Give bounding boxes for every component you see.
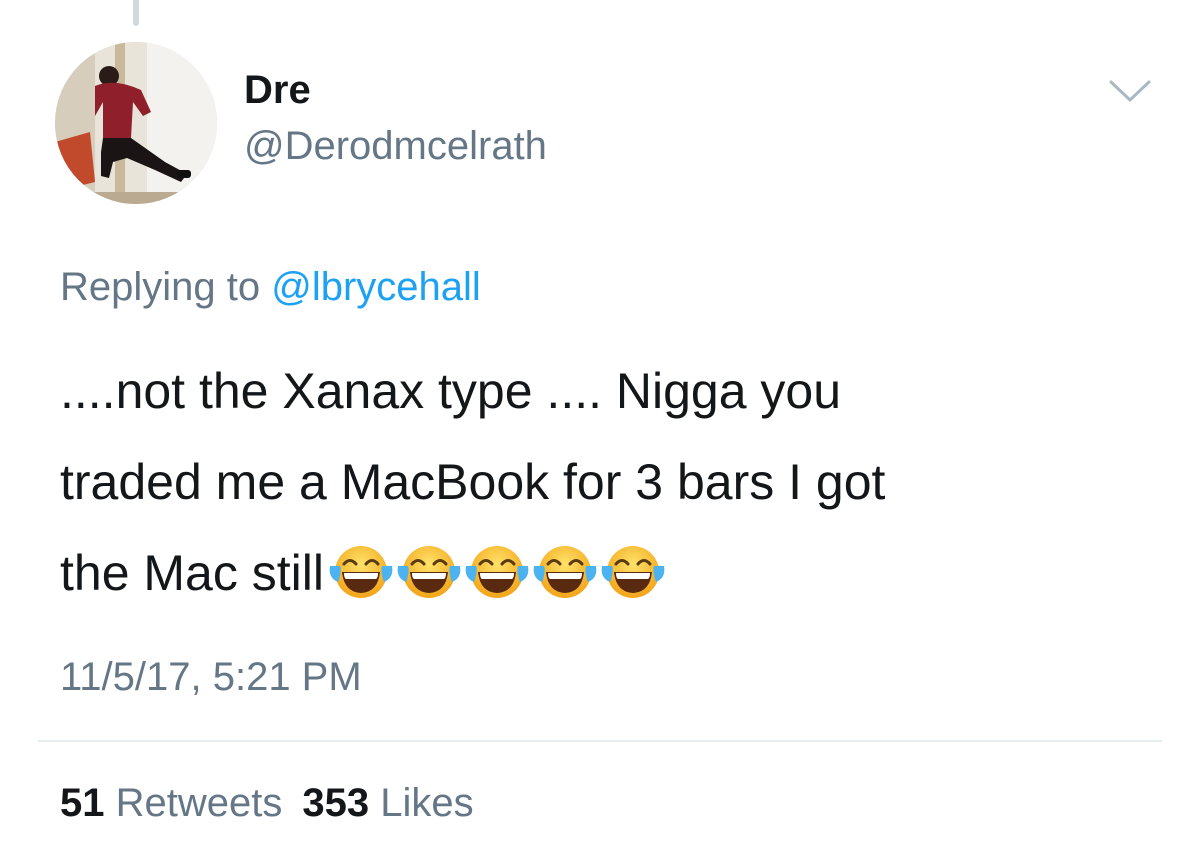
divider <box>38 740 1162 742</box>
tweet-text: ....not the Xanax type .... Nigga you tr… <box>60 346 1160 619</box>
likes-label: Likes <box>380 781 474 825</box>
face-with-tears-of-joy-icon <box>530 540 600 600</box>
chevron-down-icon[interactable] <box>1108 78 1152 104</box>
likes-stat[interactable]: 353 Likes <box>302 781 473 825</box>
avatar[interactable] <box>55 42 217 204</box>
tweet-text-line: ....not the Xanax type .... Nigga you <box>60 363 842 419</box>
tweet-stats: 51 Retweets 353 Likes <box>60 778 474 828</box>
display-name[interactable]: Dre <box>244 66 311 114</box>
thread-connector-line <box>133 0 139 26</box>
face-with-tears-of-joy-icon <box>326 540 396 600</box>
replying-to-label: Replying to <box>60 265 261 309</box>
user-handle[interactable]: @Derodmcelrath <box>244 122 547 170</box>
tweet-text-line: the Mac still <box>60 528 1160 619</box>
avatar-photo <box>55 42 217 204</box>
face-with-tears-of-joy-icon <box>598 540 668 600</box>
retweets-stat[interactable]: 51 Retweets <box>60 781 282 825</box>
retweets-count: 51 <box>60 781 105 825</box>
tweet-text-line-text: the Mac still <box>60 545 324 601</box>
likes-count: 353 <box>302 781 370 825</box>
tweet-text-line: traded me a MacBook for 3 bars I got <box>60 454 886 510</box>
face-with-tears-of-joy-icon <box>462 540 532 600</box>
replying-to: Replying to @lbrycehall <box>60 262 481 312</box>
replying-to-user-link[interactable]: @lbrycehall <box>271 265 481 309</box>
emoji-group <box>326 540 666 631</box>
tweet-timestamp[interactable]: 11/5/17, 5:21 PM <box>60 652 362 702</box>
retweets-label: Retweets <box>115 781 283 825</box>
face-with-tears-of-joy-icon <box>394 540 464 600</box>
